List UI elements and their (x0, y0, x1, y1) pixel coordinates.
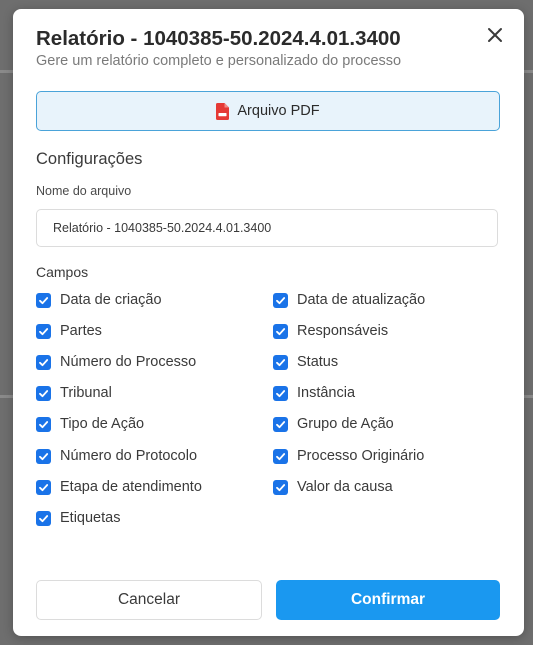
checkbox-checked[interactable] (36, 448, 51, 464)
field-checkbox-label: Tribunal (60, 385, 112, 401)
pdf-format-button[interactable]: Arquivo PDF (36, 91, 500, 131)
field-checkbox-row[interactable]: Tipo de Ação (36, 416, 144, 432)
confirm-button[interactable]: Confirmar (276, 580, 500, 620)
field-checkbox-label: Valor da causa (297, 479, 393, 495)
checkbox-checked[interactable] (273, 323, 288, 339)
checkmark-icon (276, 358, 286, 366)
field-checkbox-row[interactable]: Tribunal (36, 385, 112, 401)
checkmark-icon (39, 296, 49, 304)
checkmark-icon (276, 452, 286, 460)
checkbox-checked[interactable] (36, 354, 51, 370)
dialog-title: Relatório - 1040385-50.2024.4.01.3400 (36, 27, 401, 50)
checkbox-checked[interactable] (273, 385, 288, 401)
pdf-format-label: Arquivo PDF (237, 103, 320, 119)
checkmark-icon (39, 389, 49, 397)
checkbox-checked[interactable] (273, 448, 288, 464)
field-checkbox-label: Partes (60, 323, 102, 339)
field-checkbox-row[interactable]: Partes (36, 323, 102, 339)
checkbox-checked[interactable] (273, 292, 288, 308)
close-icon (488, 28, 502, 42)
field-checkbox-row[interactable]: Data de atualização (273, 292, 425, 308)
field-checkbox-row[interactable]: Grupo de Ação (273, 416, 394, 432)
field-checkbox-row[interactable]: Etiquetas (36, 510, 120, 526)
checkmark-icon (39, 327, 49, 335)
settings-heading: Configurações (36, 150, 143, 168)
field-checkbox-row[interactable]: Status (273, 354, 338, 370)
report-dialog: Relatório - 1040385-50.2024.4.01.3400 Ge… (13, 9, 524, 636)
checkbox-checked[interactable] (36, 510, 51, 526)
checkmark-icon (276, 327, 286, 335)
field-checkbox-label: Processo Originário (297, 448, 425, 464)
field-checkbox-row[interactable]: Etapa de atendimento (36, 479, 202, 495)
checkbox-checked[interactable] (273, 479, 288, 495)
checkmark-icon (276, 296, 286, 304)
field-checkbox-label: Etapa de atendimento (60, 479, 202, 495)
field-checkbox-row[interactable]: Data de criação (36, 292, 162, 308)
checkmark-icon (39, 514, 49, 522)
checkmark-icon (39, 358, 49, 366)
checkmark-icon (39, 483, 49, 491)
checkbox-checked[interactable] (36, 416, 51, 432)
cancel-button[interactable]: Cancelar (36, 580, 262, 620)
field-checkbox-label: Número do Processo (60, 354, 197, 370)
field-checkbox-row[interactable]: Instância (273, 385, 355, 401)
field-checkbox-label: Responsáveis (297, 323, 389, 339)
checkbox-checked[interactable] (36, 385, 51, 401)
field-checkbox-label: Número do Protocolo (60, 448, 198, 464)
field-checkbox-label: Tipo de Ação (60, 416, 145, 432)
field-checkbox-row[interactable]: Valor da causa (273, 479, 393, 495)
checkbox-checked[interactable] (36, 292, 51, 308)
field-checkbox-label: Etiquetas (60, 510, 121, 526)
close-button[interactable] (483, 23, 507, 47)
checkbox-checked[interactable] (273, 354, 288, 370)
checkbox-checked[interactable] (36, 479, 51, 495)
dialog-subtitle: Gere um relatório completo e personaliza… (36, 53, 402, 69)
checkmark-icon (39, 452, 49, 460)
filename-label: Nome do arquivo (36, 184, 132, 198)
checkmark-icon (39, 420, 49, 428)
checkmark-icon (276, 389, 286, 397)
field-checkbox-row[interactable]: Número do Protocolo (36, 448, 197, 464)
pdf-file-icon (216, 102, 230, 120)
field-checkbox-label: Grupo de Ação (297, 416, 394, 432)
checkmark-icon (276, 420, 286, 428)
field-checkbox-row[interactable]: Número do Processo (36, 354, 196, 370)
field-checkbox-label: Status (297, 354, 339, 370)
field-checkbox-row[interactable]: Processo Originário (273, 448, 424, 464)
checkbox-checked[interactable] (36, 323, 51, 339)
fields-heading: Campos (36, 264, 89, 280)
field-checkbox-row[interactable]: Responsáveis (273, 323, 388, 339)
checkbox-checked[interactable] (273, 416, 288, 432)
field-checkbox-label: Instância (297, 385, 356, 401)
field-checkbox-label: Data de atualização (297, 292, 426, 308)
filename-input[interactable] (36, 209, 498, 247)
checkmark-icon (276, 483, 286, 491)
field-checkbox-label: Data de criação (60, 292, 162, 308)
